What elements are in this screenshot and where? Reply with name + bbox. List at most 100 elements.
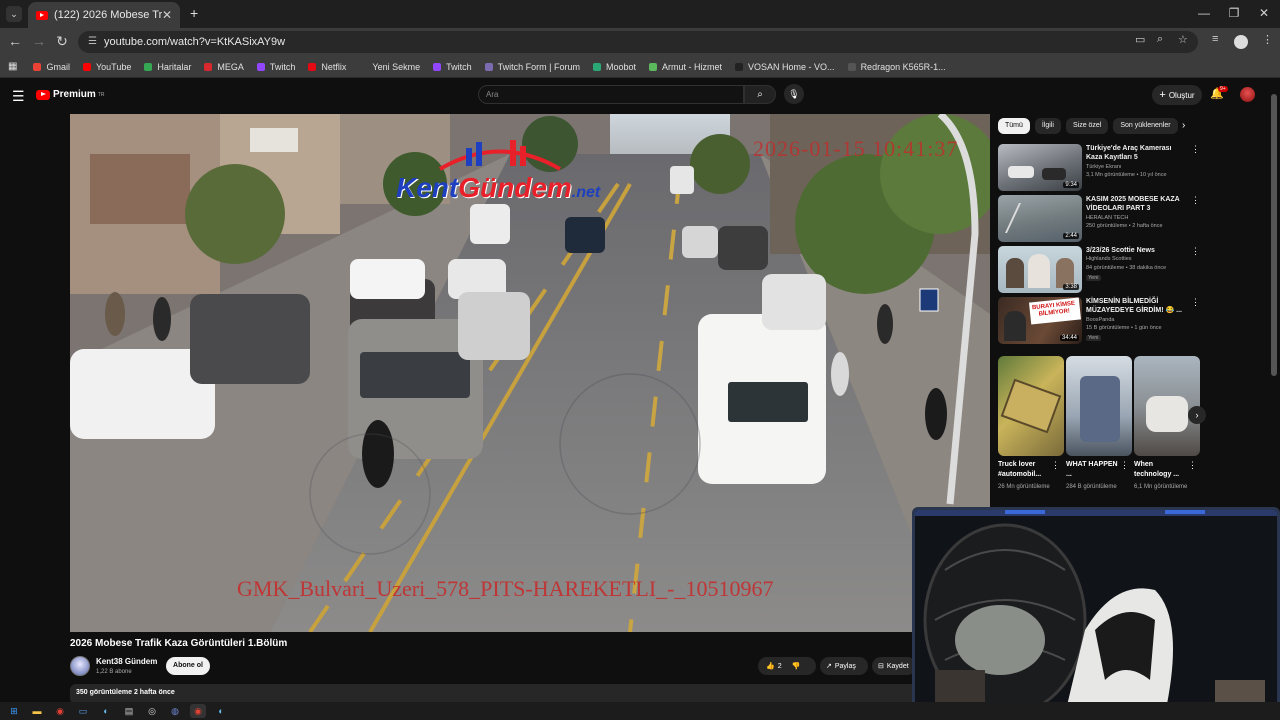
video-thumbnail[interactable]: 2:44 [998,195,1082,242]
shorts-next-icon[interactable]: › [1188,406,1206,424]
microphone-icon[interactable]: 🎙 [784,84,804,104]
steam-icon[interactable]: ◐ [98,704,114,718]
recommended-title[interactable]: KİMSENİN BİLMEDİĞİ MÜZAYEDEYE GİRDİM! 😂 … [1086,297,1186,315]
video-player[interactable]: KentGündem.net 2026-01-15 10:41:37 GMK_B… [70,114,990,632]
short-more-icon[interactable]: ⋮ [1188,460,1197,471]
page-scrollbar[interactable] [1271,86,1277,716]
restore-icon[interactable]: ❐ [1224,6,1244,20]
chip-related[interactable]: İlgili [1034,118,1061,134]
discord-icon[interactable]: ◍ [167,704,183,718]
bookmark-star-icon[interactable]: ☆ [1178,33,1188,46]
short-thumbnail[interactable] [1134,356,1200,456]
recommended-channel[interactable]: Türkiye Ekranı [1086,164,1121,170]
description-box[interactable]: 350 görüntüleme 2 hafta önce [70,684,918,704]
close-tab-icon[interactable]: ✕ [162,8,172,22]
recommended-video[interactable]: BURAYI KİMSE BİLMİYOR! 34:44 KİMSENİN Bİ… [998,297,1203,345]
recommended-video[interactable]: 3:38 3/23/26 Scottie News Highlands Scot… [998,246,1203,294]
new-badge: Yeni [1086,335,1101,341]
bookmark-item[interactable]: Haritalar [144,62,191,72]
bookmark-item[interactable]: Yeni Sekme [359,62,420,72]
tab-search-button[interactable]: ⌄ [6,6,22,22]
chrome-icon[interactable]: ◉ [52,704,68,718]
reading-list-icon[interactable]: ≡ [1212,33,1218,45]
hamburger-menu-icon[interactable]: ☰ [12,88,25,105]
short-thumbnail[interactable] [1066,356,1132,456]
search-input[interactable]: Ara [478,85,744,104]
search-icon[interactable]: ⌕ [744,85,776,104]
short-thumbnail[interactable] [998,356,1064,456]
cast-icon[interactable]: ▭ [1135,33,1145,46]
share-button[interactable]: ↗ Paylaş [820,657,868,675]
bookmark-item[interactable]: Twitch [256,62,295,72]
video-thumbnail[interactable]: BURAYI KİMSE BİLMİYOR! 34:44 [998,297,1082,344]
obs-icon[interactable]: ◎ [144,704,160,718]
streamlabs-icon[interactable]: ▤ [121,704,137,718]
minimize-icon[interactable]: — [1194,6,1214,20]
channel-name[interactable]: Kent38 Gündem [96,657,157,666]
bookmark-item[interactable]: YouTube [82,62,131,72]
file-explorer-icon[interactable]: ▬ [29,704,45,718]
zoom-icon[interactable]: ⌕ [1157,33,1163,46]
chrome-menu-icon[interactable]: ⋮ [1262,33,1273,46]
chrome-active-icon[interactable]: ◉ [190,704,206,718]
youtube-logo[interactable]: Premium TR [36,89,104,100]
video-thumbnail[interactable]: 3:38 [998,246,1082,293]
bookmark-item[interactable]: Netflix [308,62,346,72]
subscribe-button[interactable]: Abone ol [166,657,210,675]
like-icon[interactable]: 👍 [766,662,775,670]
recommended-channel[interactable]: HERALAN TECH [1086,215,1128,221]
recommended-video[interactable]: 9:34 Türkiye'de Araç Kamerası Kaza Kayıt… [998,144,1203,192]
close-window-icon[interactable]: ✕ [1254,6,1274,20]
more-options-icon[interactable]: ⋮ [1191,144,1200,155]
create-button[interactable]: + Oluştur [1152,85,1202,105]
short-title[interactable]: WHAT HAPPEN ... [1066,460,1122,480]
video-timestamp-overlay: 2026-01-15 10:41:37 [753,136,959,161]
recommended-video[interactable]: 2:44 KASIM 2025 MOBESE KAZA VİDEOLARI PA… [998,195,1203,243]
bookmark-item[interactable]: MEGA [204,62,244,72]
back-icon[interactable]: ← [6,33,24,49]
duration-badge: 9:34 [1063,182,1079,188]
browser-toolbar: ← → ↻ ☰ youtube.com/watch?v=KtKASixAY9w … [0,28,1280,56]
save-button[interactable]: ⊟ Kaydet [872,657,916,675]
new-tab-button[interactable]: + [190,5,198,21]
bookmark-item[interactable]: Gmail [33,62,70,72]
recommended-title[interactable]: 3/23/26 Scottie News [1086,246,1186,255]
recommended-title[interactable]: KASIM 2025 MOBESE KAZA VİDEOLARI PART 3 [1086,195,1186,213]
bookmark-item[interactable]: Redragon K565R-1... [847,62,946,72]
recommended-channel[interactable]: Highlands Scotties [1086,256,1132,262]
bookmark-item[interactable]: Moobot [592,62,636,72]
chip-recent[interactable]: Son yüklenenler [1113,118,1178,134]
recommended-title[interactable]: Türkiye'de Araç Kamerası Kaza Kayıtları … [1086,144,1186,162]
like-count[interactable]: 2 [778,663,782,670]
chip-all[interactable]: Tümü [998,118,1030,134]
steam-active-icon[interactable]: ◐ [213,704,229,718]
forward-icon[interactable]: → [30,33,48,49]
more-options-icon[interactable]: ⋮ [1191,195,1200,206]
address-bar[interactable]: ☰ youtube.com/watch?v=KtKASixAY9w [78,31,1198,53]
browser-tab[interactable]: (122) 2026 Mobese Trafik Kaza ✕ [28,2,180,28]
video-thumbnail[interactable]: 9:34 [998,144,1082,191]
dislike-icon[interactable]: 👎 [792,662,801,670]
chip-for-you[interactable]: Size özel [1065,118,1109,134]
windows-start-icon[interactable]: ⊞ [6,704,22,718]
recommended-channel[interactable]: BoosPanda [1086,317,1114,323]
more-options-icon[interactable]: ⋮ [1191,246,1200,257]
scrollbar-thumb[interactable] [1271,94,1277,376]
account-avatar[interactable] [1240,87,1255,102]
bookmark-item[interactable]: Twitch Form | Forum [484,62,580,72]
bookmark-item[interactable]: VOSAN Home - VO... [735,62,835,72]
short-more-icon[interactable]: ⋮ [1120,460,1129,471]
chevron-right-icon[interactable]: › [1182,120,1185,131]
short-title[interactable]: When technology ... [1134,460,1190,480]
site-info-icon[interactable]: ☰ [88,36,97,47]
monitor-app-icon[interactable]: ▭ [75,704,91,718]
short-title[interactable]: Truck lover #automobil... [998,460,1054,480]
bookmark-item[interactable]: Twitch [433,62,472,72]
profile-avatar[interactable] [1234,35,1248,49]
more-options-icon[interactable]: ⋮ [1191,297,1200,308]
short-more-icon[interactable]: ⋮ [1051,460,1060,471]
channel-avatar[interactable] [70,656,90,676]
bookmark-item[interactable]: Armut - Hizmet [649,62,722,72]
reload-icon[interactable]: ↻ [53,33,71,50]
apps-icon[interactable]: ▦ [8,61,17,72]
